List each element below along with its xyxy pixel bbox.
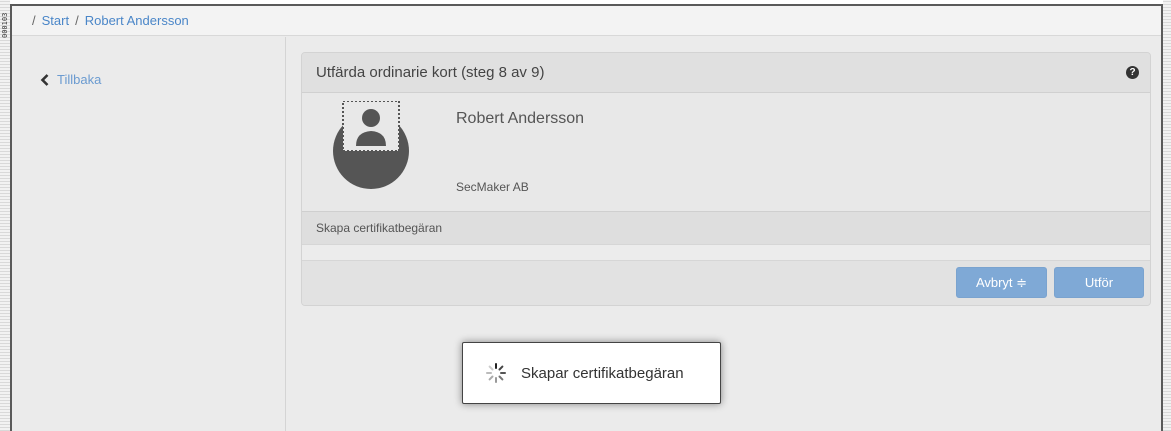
breadcrumb-person-link[interactable]: Robert Andersson — [85, 13, 189, 28]
breadcrumb: / Start / Robert Andersson — [12, 6, 1161, 36]
chevron-left-icon — [40, 73, 49, 86]
app-window: / Start / Robert Andersson Tillbaka Utfä… — [10, 4, 1163, 431]
question-circle-icon[interactable]: ? — [1126, 66, 1139, 79]
person-summary: Robert Andersson SecMaker AB — [302, 93, 1150, 212]
back-link-label: Tillbaka — [57, 72, 102, 87]
user-photo-placeholder-icon — [333, 101, 409, 189]
back-link[interactable]: Tillbaka — [40, 72, 101, 87]
breadcrumb-separator: / — [32, 13, 36, 28]
execute-button[interactable]: Utför — [1054, 267, 1144, 298]
person-name: Robert Andersson — [456, 110, 585, 127]
side-id-label: 000103 — [1, 12, 9, 38]
issue-card-panel: Utfärda ordinarie kort (steg 8 av 9) ? R… — [301, 52, 1151, 306]
loading-toast: Skapar certifikatbegäran — [462, 342, 721, 404]
sidebar: Tillbaka — [12, 37, 286, 431]
person-organization: SecMaker AB — [456, 180, 529, 194]
toast-message: Skapar certifikatbegäran — [521, 364, 684, 382]
breadcrumb-start-link[interactable]: Start — [42, 13, 69, 28]
step-content — [302, 245, 1150, 261]
panel-footer: Avbryt ≑ Utför — [302, 261, 1150, 305]
spinner-icon — [486, 363, 506, 383]
panel-title: Utfärda ordinarie kort (steg 8 av 9) — [316, 64, 545, 81]
step-title-bar: Skapa certifikatbegäran — [302, 212, 1150, 245]
step-label: Skapa certifikatbegäran — [316, 221, 443, 235]
left-edge-strip: 000103 — [0, 0, 10, 431]
right-edge-strip — [1163, 0, 1171, 431]
breadcrumb-separator: / — [75, 13, 79, 28]
panel-header: Utfärda ordinarie kort (steg 8 av 9) ? — [302, 53, 1150, 93]
cancel-button[interactable]: Avbryt ≑ — [956, 267, 1047, 298]
